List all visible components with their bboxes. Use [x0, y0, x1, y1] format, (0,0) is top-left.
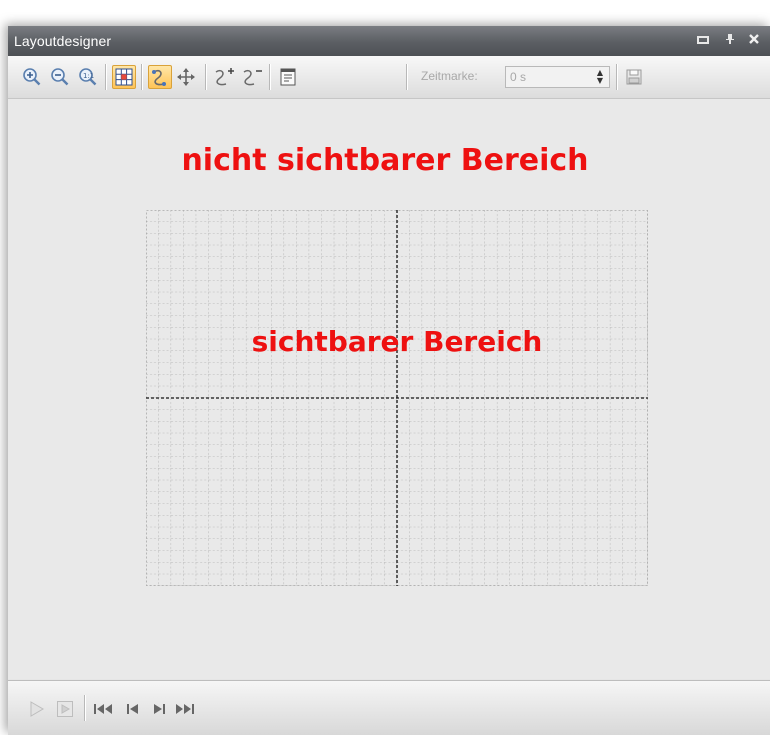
zeitmarke-label: Zeitmarke:	[421, 69, 478, 83]
add-point-icon[interactable]	[212, 65, 236, 89]
spinner-icon[interactable]: ▲ ▼	[597, 69, 603, 85]
visible-area-label: sichtbarer Bereich	[251, 325, 543, 358]
path-icon[interactable]	[148, 65, 172, 89]
restore-icon[interactable]	[694, 31, 712, 49]
play-icon[interactable]	[26, 698, 48, 720]
zoom-reset-icon[interactable]: 1:1	[76, 65, 100, 89]
properties-icon[interactable]	[276, 65, 300, 89]
toolbar-separator	[269, 64, 270, 90]
remove-point-icon[interactable]	[240, 65, 264, 89]
visible-area-grid	[146, 210, 648, 586]
zeitmarke-input[interactable]: 0 s ▲ ▼	[505, 66, 610, 88]
outer-area-label: nicht sichtbarer Bereich	[181, 143, 589, 178]
play-frame-icon[interactable]	[54, 698, 76, 720]
title-bar: Layoutdesigner	[8, 26, 770, 56]
close-icon[interactable]	[745, 31, 763, 49]
grid-icon[interactable]	[112, 65, 136, 89]
skip-previous-icon[interactable]	[122, 698, 144, 720]
zoom-in-icon[interactable]	[20, 65, 44, 89]
zoom-out-icon[interactable]	[48, 65, 72, 89]
window-title: Layoutdesigner	[14, 33, 112, 49]
playback-bar	[8, 680, 770, 735]
skip-first-icon[interactable]	[92, 698, 114, 720]
skip-next-icon[interactable]	[148, 698, 170, 720]
playback-separator	[84, 695, 85, 721]
layoutdesigner-window: Layoutdesigner 1:1 Zeitmarke: 0 s ▲ ▼ ni…	[8, 26, 770, 735]
zeitmarke-value: 0 s	[510, 70, 527, 84]
svg-text:1:1: 1:1	[83, 72, 94, 80]
layout-canvas[interactable]: nicht sichtbarer Bereich sichtbarer Bere…	[8, 99, 770, 679]
toolbar-separator	[406, 64, 407, 90]
toolbar: 1:1 Zeitmarke: 0 s ▲ ▼	[8, 56, 770, 99]
toolbar-separator	[105, 64, 106, 90]
skip-last-icon[interactable]	[174, 698, 196, 720]
save-icon[interactable]	[622, 65, 646, 89]
move-icon[interactable]	[174, 65, 198, 89]
pin-icon[interactable]	[721, 31, 739, 49]
toolbar-separator	[616, 64, 617, 90]
toolbar-separator	[205, 64, 206, 90]
toolbar-separator	[141, 64, 142, 90]
